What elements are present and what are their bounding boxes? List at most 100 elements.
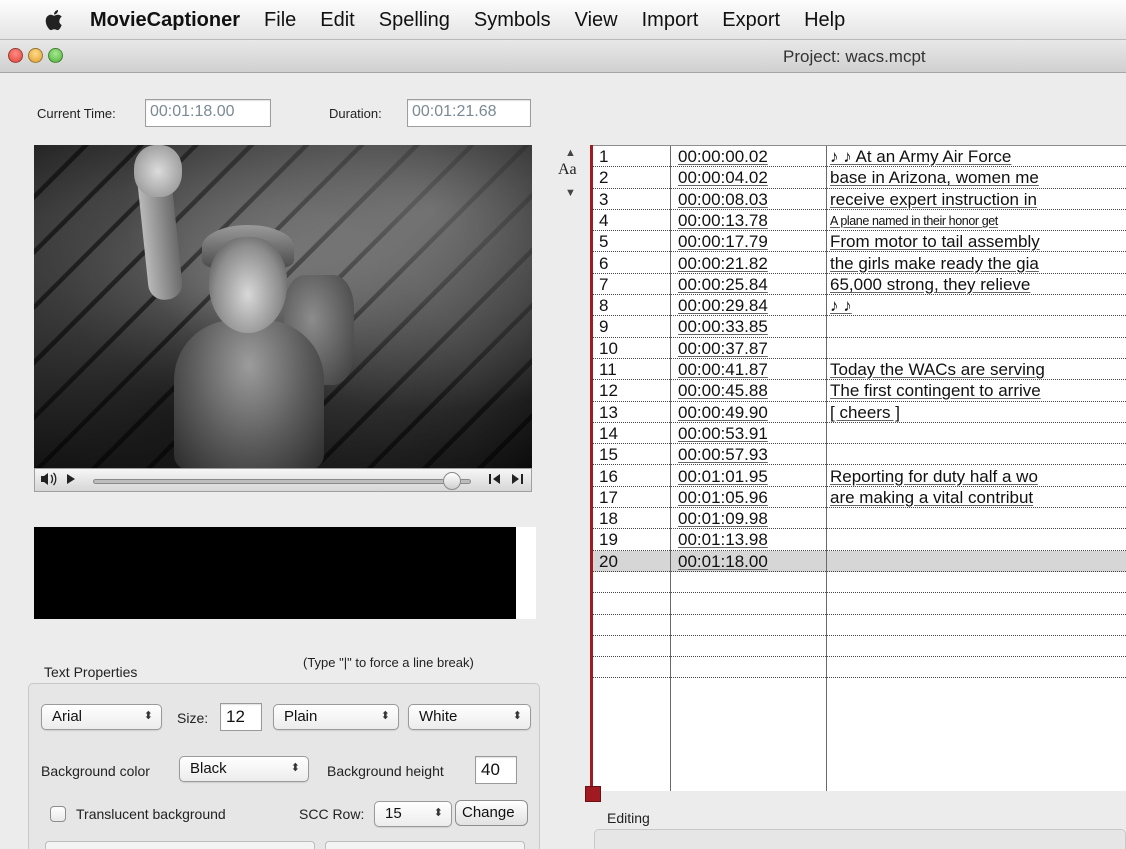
menu-file[interactable]: File xyxy=(252,0,308,40)
caption-timecode[interactable]: 00:01:01.95 xyxy=(678,466,828,487)
caption-timecode[interactable]: 00:01:13.98 xyxy=(678,529,828,550)
size-label: Size: xyxy=(177,710,209,726)
background-color-select[interactable]: Black ⬍ xyxy=(179,756,309,782)
caption-timecode[interactable]: 00:00:13.78 xyxy=(678,210,828,231)
menu-spelling[interactable]: Spelling xyxy=(367,0,462,40)
sort-label[interactable]: Aa xyxy=(558,161,577,179)
menu-export[interactable]: Export xyxy=(710,0,792,40)
caption-text[interactable]: are making a vital contribut xyxy=(830,487,1126,508)
caption-text[interactable]: ♪ ♪ xyxy=(830,295,1126,316)
size-field[interactable]: 12 xyxy=(220,703,262,731)
select-arrows-icon: ⬍ xyxy=(290,762,300,774)
caption-timecode[interactable]: 00:00:45.88 xyxy=(678,380,828,401)
caption-number: 8 xyxy=(599,296,609,316)
apple-icon[interactable] xyxy=(34,8,74,32)
background-height-field[interactable]: 40 xyxy=(475,756,517,784)
caption-timecode[interactable]: 00:00:37.87 xyxy=(678,338,828,359)
caption-text[interactable] xyxy=(830,551,1126,572)
sort-up-icon[interactable]: ▲ xyxy=(565,147,576,159)
playhead-knob[interactable] xyxy=(443,472,462,490)
caption-text[interactable]: A plane named in their honor get xyxy=(830,210,1126,231)
caption-number: 9 xyxy=(599,317,609,337)
menu-app-name[interactable]: MovieCaptioner xyxy=(78,0,252,40)
caption-timecode[interactable]: 00:00:25.84 xyxy=(678,274,828,295)
caption-number: 6 xyxy=(599,253,609,273)
window-titlebar[interactable]: Project: wacs.mcpt xyxy=(0,40,1126,73)
caption-text[interactable]: Today the WACs are serving xyxy=(830,359,1126,380)
caption-text[interactable] xyxy=(830,508,1126,529)
caption-timecode[interactable]: 00:00:08.03 xyxy=(678,189,828,210)
caption-text[interactable]: receive expert instruction in xyxy=(830,189,1126,210)
line-break-hint: (Type "|" to force a line break) xyxy=(303,655,474,670)
duration-label: Duration: xyxy=(329,106,382,121)
translucent-background-checkbox[interactable] xyxy=(50,806,66,822)
change-button[interactable]: Change xyxy=(455,800,528,826)
table-resize-handle[interactable] xyxy=(585,786,601,802)
caption-timecode[interactable]: 00:00:33.85 xyxy=(678,316,828,337)
step-forward-icon[interactable] xyxy=(509,472,525,489)
caption-timecode[interactable]: 00:00:49.90 xyxy=(678,402,828,423)
caption-timecode[interactable]: 00:01:09.98 xyxy=(678,508,828,529)
caption-timecode[interactable]: 00:00:00.02 xyxy=(678,146,828,167)
caption-text[interactable]: Reporting for duty half a wo xyxy=(830,466,1126,487)
caption-table[interactable]: 20 00:01:18.00 19 00:01:13.98 1 8 00:01:09.98 1… xyxy=(590,145,1126,791)
caption-timecode[interactable]: 00:00:21.82 xyxy=(678,253,828,274)
speaker-icon[interactable] xyxy=(40,472,58,489)
window-content: Current Time: 00:01:18.00 Duration: 00:0… xyxy=(0,74,1126,849)
minimize-window-button[interactable] xyxy=(28,48,43,63)
caption-text[interactable] xyxy=(830,529,1126,550)
duration-field: 00:01:21.68 xyxy=(407,99,531,127)
caption-text[interactable]: 65,000 strong, they relieve xyxy=(830,274,1126,295)
style-select[interactable]: Plain ⬍ xyxy=(273,704,399,730)
caption-timecode[interactable]: 00:00:04.02 xyxy=(678,167,828,188)
caption-timecode[interactable]: 00:00:29.84 xyxy=(678,295,828,316)
font-select-value: Arial xyxy=(52,708,83,725)
caption-preview xyxy=(34,527,516,619)
select-arrows-icon: ⬍ xyxy=(143,710,153,722)
background-color-label: Background color xyxy=(41,763,150,779)
caption-text[interactable] xyxy=(830,338,1126,359)
video-frame[interactable] xyxy=(34,145,532,468)
step-back-icon[interactable] xyxy=(487,472,503,489)
background-height-label: Background height xyxy=(327,763,444,779)
caption-preview-margin xyxy=(516,527,536,619)
caption-text[interactable] xyxy=(830,423,1126,444)
menu-edit[interactable]: Edit xyxy=(308,0,366,40)
caption-timecode[interactable]: 00:00:41.87 xyxy=(678,359,828,380)
scc-row-label: SCC Row: xyxy=(299,806,365,822)
menu-symbols[interactable]: Symbols xyxy=(462,0,563,40)
caption-number: 15 xyxy=(599,445,618,465)
caption-timecode[interactable]: 00:01:05.96 xyxy=(678,487,828,508)
caption-text[interactable]: the girls make ready the gia xyxy=(830,253,1126,274)
caption-text[interactable] xyxy=(830,316,1126,337)
playback-scrubber[interactable] xyxy=(93,479,471,484)
menu-import[interactable]: Import xyxy=(630,0,711,40)
caption-text[interactable]: ♪ ♪ At an Army Air Force xyxy=(830,146,1126,167)
video-figure-head xyxy=(209,237,287,333)
caption-timecode[interactable]: 00:00:17.79 xyxy=(678,231,828,252)
scc-row-select[interactable]: 15 ⬍ xyxy=(374,801,452,827)
zoom-window-button[interactable] xyxy=(48,48,63,63)
bottom-control-edge xyxy=(325,841,525,849)
sort-down-icon[interactable]: ▼ xyxy=(565,187,576,199)
caption-timecode[interactable]: 00:01:18.00 xyxy=(678,551,828,572)
caption-text[interactable]: base in Arizona, women me xyxy=(830,167,1126,188)
menu-view[interactable]: View xyxy=(563,0,630,40)
current-time-field[interactable]: 00:01:18.00 xyxy=(145,99,271,127)
caption-text[interactable]: [ cheers ] xyxy=(830,402,1126,423)
caption-number: 20 xyxy=(599,551,618,571)
editing-panel[interactable] xyxy=(594,829,1126,849)
caption-text[interactable]: The first contingent to arrive xyxy=(830,380,1126,401)
caption-number: 19 xyxy=(599,530,618,550)
play-icon[interactable] xyxy=(65,472,77,489)
caption-timecode[interactable]: 00:00:57.93 xyxy=(678,444,828,465)
close-window-button[interactable] xyxy=(8,48,23,63)
current-time-label: Current Time: xyxy=(37,106,116,121)
caption-text[interactable]: From motor to tail assembly xyxy=(830,231,1126,252)
text-color-select[interactable]: White ⬍ xyxy=(408,704,531,730)
font-select[interactable]: Arial ⬍ xyxy=(41,704,162,730)
caption-timecode[interactable]: 00:00:53.91 xyxy=(678,423,828,444)
caption-text[interactable] xyxy=(830,444,1126,465)
menu-help[interactable]: Help xyxy=(792,0,857,40)
caption-number: 1 xyxy=(599,147,609,166)
